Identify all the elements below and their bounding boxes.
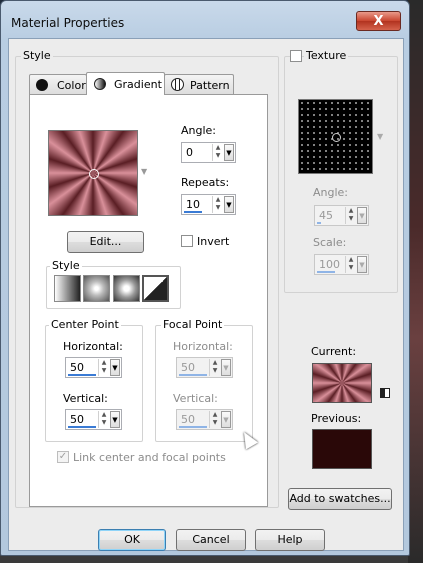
tab-pattern[interactable]: Pattern xyxy=(164,74,234,95)
current-material-swatch[interactable] xyxy=(312,363,372,403)
grid-toggle-icon[interactable] xyxy=(380,388,390,398)
center-vertical-spinbox[interactable]: 50 ▲ ▼ ▼ xyxy=(65,409,122,430)
center-vertical-dropdown-button[interactable]: ▼ xyxy=(110,411,120,428)
title-bar[interactable]: Material Properties X xyxy=(1,1,409,37)
help-button[interactable]: Help xyxy=(255,529,325,551)
gradient-circle-icon xyxy=(94,78,106,90)
add-to-swatches-button[interactable]: Add to swatches... xyxy=(288,488,392,510)
texture-scale-spin-arrows[interactable]: ▲ ▼ xyxy=(345,256,356,273)
ok-button[interactable]: OK xyxy=(98,529,166,551)
tab-pattern-label: Pattern xyxy=(190,79,230,92)
center-horizontal-spinbox[interactable]: 50 ▲ ▼ ▼ xyxy=(65,357,122,378)
center-vertical-spin-arrows[interactable]: ▲ ▼ xyxy=(98,411,109,428)
gradient-dropdown-arrow-icon[interactable]: ▼ xyxy=(141,167,147,176)
texture-angle-value: 45 xyxy=(319,209,333,222)
material-properties-dialog: Material Properties X Style Color Gradie… xyxy=(0,0,410,556)
focal-horizontal-level-bar xyxy=(179,374,207,376)
current-label: Current: xyxy=(311,345,357,358)
repeats-level-bar xyxy=(184,211,202,213)
angle-dropdown-button[interactable]: ▼ xyxy=(224,144,234,161)
center-point-title: Center Point xyxy=(49,318,121,331)
link-points-checkbox[interactable]: ✓ xyxy=(57,451,69,463)
texture-checkbox[interactable] xyxy=(290,50,302,62)
color-circle-icon xyxy=(36,79,48,91)
cancel-button[interactable]: Cancel xyxy=(176,529,246,551)
center-horizontal-spin-arrows[interactable]: ▲ ▼ xyxy=(98,359,109,376)
focal-horizontal-label: Horizontal: xyxy=(173,340,233,353)
dialog-client-area: Style Color Gradient Pattern ▼ Angle: 0 … xyxy=(8,38,404,551)
center-vertical-label: Vertical: xyxy=(63,392,108,405)
texture-scale-label: Scale: xyxy=(313,236,347,249)
gradient-tab-panel: ▼ Angle: 0 ▲ ▼ ▼ Repeats: 10 ▲ ▼ ▼ Edit...… xyxy=(29,94,268,507)
invert-checkbox[interactable] xyxy=(181,235,193,247)
rectangular-style-button[interactable] xyxy=(83,275,110,302)
tab-gradient[interactable]: Gradient xyxy=(86,72,165,95)
repeats-spinbox[interactable]: 10 ▲ ▼ ▼ xyxy=(181,194,236,215)
center-horizontal-value: 50 xyxy=(70,361,84,374)
angle-spin-arrows[interactable]: ▲ ▼ xyxy=(212,144,223,161)
angle-value: 0 xyxy=(186,146,193,159)
sunburst-style-button[interactable] xyxy=(113,275,140,302)
tab-gradient-label: Gradient xyxy=(114,78,162,91)
texture-angle-spinbox[interactable]: 45 ▲ ▼ ▼ xyxy=(314,205,369,226)
texture-angle-spin-arrows[interactable]: ▲ ▼ xyxy=(345,207,356,224)
texture-angle-level-bar xyxy=(317,222,321,224)
focal-point-title: Focal Point xyxy=(161,318,225,331)
focal-horizontal-spin-arrows[interactable]: ▲ ▼ xyxy=(209,359,220,376)
link-points-label: Link center and focal points xyxy=(73,451,226,464)
focal-vertical-spin-arrows[interactable]: ▲ ▼ xyxy=(209,411,220,428)
linear-style-button[interactable] xyxy=(54,275,81,302)
gradient-style-title: Style xyxy=(50,259,82,272)
tab-color-label: Color xyxy=(57,79,86,92)
repeats-dropdown-button[interactable]: ▼ xyxy=(224,196,234,213)
texture-label: Texture xyxy=(304,49,349,62)
texture-dropdown-arrow-icon[interactable]: ▼ xyxy=(377,132,383,141)
window-title: Material Properties xyxy=(11,16,125,30)
texture-angle-label: Angle: xyxy=(313,186,349,199)
focal-horizontal-value: 50 xyxy=(181,361,195,374)
texture-scale-level-bar xyxy=(317,271,335,273)
focal-vertical-label: Vertical: xyxy=(173,392,218,405)
focal-vertical-spinbox[interactable]: 50 ▲ ▼ ▼ xyxy=(176,409,233,430)
center-vertical-level-bar xyxy=(68,426,96,428)
radial-style-button[interactable] xyxy=(142,275,169,302)
style-group-title: Style xyxy=(21,49,53,62)
edit-gradient-button[interactable]: Edit... xyxy=(67,231,144,253)
angle-label: Angle: xyxy=(181,124,217,137)
gradient-preview-swatch[interactable] xyxy=(48,130,138,216)
texture-scale-spinbox[interactable]: 100 ▲ ▼ ▼ xyxy=(314,254,369,275)
focal-vertical-value: 50 xyxy=(181,413,195,426)
repeats-value: 10 xyxy=(186,198,200,211)
focal-horizontal-spinbox[interactable]: 50 ▲ ▼ ▼ xyxy=(176,357,233,378)
repeats-label: Repeats: xyxy=(181,176,230,189)
angle-spinbox[interactable]: 0 ▲ ▼ ▼ xyxy=(181,142,236,163)
texture-crosshair-icon xyxy=(332,133,341,142)
center-horizontal-dropdown-button[interactable]: ▼ xyxy=(110,359,120,376)
tab-color[interactable]: Color xyxy=(29,74,87,95)
texture-preview[interactable] xyxy=(298,99,373,174)
focal-vertical-dropdown-button[interactable]: ▼ xyxy=(221,411,231,428)
texture-scale-dropdown-button[interactable]: ▼ xyxy=(357,256,367,273)
close-button[interactable]: X xyxy=(356,11,401,31)
focal-horizontal-dropdown-button[interactable]: ▼ xyxy=(221,359,231,376)
background-app-strip xyxy=(408,0,423,563)
repeats-spin-arrows[interactable]: ▲ ▼ xyxy=(212,196,223,213)
texture-angle-dropdown-button[interactable]: ▼ xyxy=(357,207,367,224)
previous-label: Previous: xyxy=(311,412,362,425)
center-horizontal-label: Horizontal: xyxy=(63,340,123,353)
invert-label: Invert xyxy=(197,235,230,248)
center-vertical-value: 50 xyxy=(70,413,84,426)
center-crosshair-icon xyxy=(89,169,99,179)
texture-scale-value: 100 xyxy=(319,258,340,271)
pattern-globe-icon xyxy=(171,78,184,91)
focal-vertical-level-bar xyxy=(179,426,207,428)
center-horizontal-level-bar xyxy=(68,374,96,376)
previous-material-swatch[interactable] xyxy=(312,429,372,469)
